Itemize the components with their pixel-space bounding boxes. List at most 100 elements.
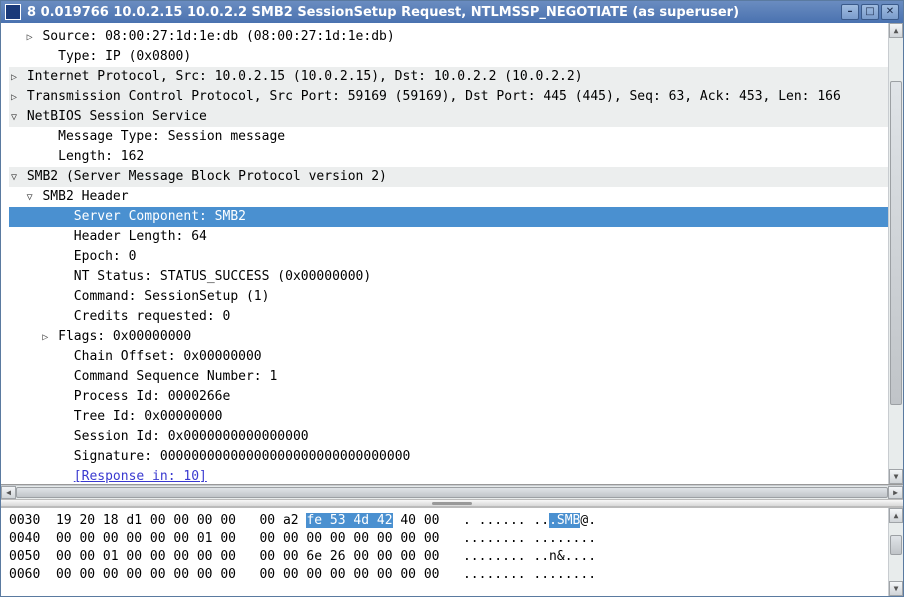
app-icon [5,4,21,20]
tree-row-label: Command: SessionSetup (1) [74,289,270,304]
hscroll-thumb[interactable] [16,487,888,498]
no-expander-icon [56,348,66,367]
tree-row[interactable]: Signature: 00000000000000000000000000000… [9,447,888,467]
tree-row[interactable]: Epoch: 0 [9,247,888,267]
expand-icon[interactable]: ▷ [9,88,19,107]
hex-scroll-track[interactable] [889,523,903,581]
hex-vertical-scrollbar[interactable]: ▲ ▼ [888,508,903,596]
tree-row[interactable]: Command: SessionSetup (1) [9,287,888,307]
hex-scroll-down-button[interactable]: ▼ [889,581,903,596]
tree-row[interactable]: Process Id: 0000266e [9,387,888,407]
maximize-button[interactable]: □ [861,4,879,20]
packet-detail-window: 8 0.019766 10.0.2.15 10.0.2.2 SMB2 Sessi… [0,0,904,597]
scroll-down-button[interactable]: ▼ [889,469,903,484]
pane-splitter[interactable] [1,499,903,507]
hex-bytes-col2-pre: 00 00 6e 26 00 00 00 00 [259,549,439,564]
hex-ascii-pre: ........ ..n&.... [463,549,596,564]
tree-row-label: Flags: 0x00000000 [58,329,191,344]
tree-row[interactable]: Header Length: 64 [9,227,888,247]
hex-line[interactable]: 0030 19 20 18 d1 00 00 00 00 00 a2 fe 53… [9,512,888,530]
minimize-button[interactable]: – [841,4,859,20]
hex-bytes-col2-pre: 00 00 00 00 00 00 00 00 [259,567,439,582]
tree-row[interactable]: Credits requested: 0 [9,307,888,327]
hex-offset: 0040 [9,531,40,546]
no-expander-icon [56,368,66,387]
tree-row-label: NT Status: STATUS_SUCCESS (0x00000000) [74,269,371,284]
no-expander-icon [56,388,66,407]
no-expander-icon [40,48,50,67]
hex-bytes-col2-pre: 00 00 00 00 00 00 00 00 [259,531,439,546]
expand-icon[interactable]: ▷ [9,68,19,87]
no-expander-icon [56,408,66,427]
tree-row-label: Epoch: 0 [74,249,137,264]
tree-row-label: Message Type: Session message [58,129,285,144]
tree-row[interactable]: ▷ Source: 08:00:27:1d:1e:db (08:00:27:1d… [9,27,888,47]
tree-row[interactable]: Type: IP (0x0800) [9,47,888,67]
hex-scroll-thumb[interactable] [890,535,902,555]
tree-row-label: Credits requested: 0 [74,309,231,324]
tree-row[interactable]: ▽ SMB2 (Server Message Block Protocol ve… [9,167,888,187]
hex-offset: 0050 [9,549,40,564]
tree-horizontal-scrollbar[interactable]: ◀ ▶ [1,485,903,499]
tree-row[interactable]: ▽ NetBIOS Session Service [9,107,888,127]
tree-row[interactable]: Session Id: 0x0000000000000000 [9,427,888,447]
tree-row-label: SMB2 (Server Message Block Protocol vers… [27,169,387,184]
tree-row[interactable]: ▷ Flags: 0x00000000 [9,327,888,347]
collapse-icon[interactable]: ▽ [25,188,35,207]
hex-bytes-col2-post: 40 00 [393,513,440,528]
hex-dump[interactable]: 0030 19 20 18 d1 00 00 00 00 00 a2 fe 53… [1,508,888,596]
splitter-grip-icon [432,502,472,505]
close-button[interactable]: ✕ [881,4,899,20]
tree-row[interactable]: NT Status: STATUS_SUCCESS (0x00000000) [9,267,888,287]
packet-tree[interactable]: ▷ Source: 08:00:27:1d:1e:db (08:00:27:1d… [1,23,888,484]
no-expander-icon [56,468,66,484]
vertical-scrollbar[interactable]: ▲ ▼ [888,23,903,484]
hex-bytes-col1: 00 00 00 00 00 00 00 00 [56,567,236,582]
tree-row-label: Process Id: 0000266e [74,389,231,404]
tree-row[interactable]: Command Sequence Number: 1 [9,367,888,387]
tree-row[interactable]: Chain Offset: 0x00000000 [9,347,888,367]
tree-row[interactable]: Length: 162 [9,147,888,167]
tree-row[interactable]: Server Component: SMB2 [9,207,888,227]
scroll-thumb[interactable] [890,81,902,404]
no-expander-icon [56,448,66,467]
tree-row-label: Tree Id: 0x00000000 [74,409,223,424]
tree-row[interactable]: Tree Id: 0x00000000 [9,407,888,427]
expand-icon[interactable]: ▷ [25,28,35,47]
hex-bytes-col1: 00 00 01 00 00 00 00 00 [56,549,236,564]
no-expander-icon [56,268,66,287]
tree-row[interactable]: ▷ Internet Protocol, Src: 10.0.2.15 (10.… [9,67,888,87]
packet-tree-pane: ▷ Source: 08:00:27:1d:1e:db (08:00:27:1d… [1,23,903,485]
tree-row[interactable]: [Response in: 10] [9,467,888,484]
tree-row[interactable]: Message Type: Session message [9,127,888,147]
hex-ascii-pre: ........ ........ [463,567,596,582]
collapse-icon[interactable]: ▽ [9,168,19,187]
hex-bytes-col2-pre: 00 a2 [259,513,306,528]
hex-line[interactable]: 0040 00 00 00 00 00 00 01 00 00 00 00 00… [9,530,888,548]
no-expander-icon [56,308,66,327]
hex-line[interactable]: 0060 00 00 00 00 00 00 00 00 00 00 00 00… [9,566,888,584]
tree-row-label: Type: IP (0x0800) [58,49,191,64]
collapse-icon[interactable]: ▽ [9,108,19,127]
tree-row-label: Signature: 00000000000000000000000000000… [74,449,411,464]
scroll-right-button[interactable]: ▶ [888,486,903,499]
content-area: ▷ Source: 08:00:27:1d:1e:db (08:00:27:1d… [1,23,903,596]
scroll-up-button[interactable]: ▲ [889,23,903,38]
no-expander-icon [56,208,66,227]
tree-row-label: Session Id: 0x0000000000000000 [74,429,309,444]
tree-row[interactable]: ▽ SMB2 Header [9,187,888,207]
scroll-left-button[interactable]: ◀ [1,486,16,499]
tree-row-label: NetBIOS Session Service [27,109,207,124]
tree-row-label: SMB2 Header [42,189,128,204]
hex-ascii-highlight: .SMB [549,513,580,528]
no-expander-icon [40,148,50,167]
hex-pane: 0030 19 20 18 d1 00 00 00 00 00 a2 fe 53… [1,507,903,596]
scroll-track[interactable] [889,38,903,469]
expand-icon[interactable]: ▷ [40,328,50,347]
titlebar[interactable]: 8 0.019766 10.0.2.15 10.0.2.2 SMB2 Sessi… [1,1,903,23]
tree-row[interactable]: ▷ Transmission Control Protocol, Src Por… [9,87,888,107]
hex-line[interactable]: 0050 00 00 01 00 00 00 00 00 00 00 6e 26… [9,548,888,566]
hex-scroll-up-button[interactable]: ▲ [889,508,903,523]
hex-ascii-pre: ........ ........ [463,531,596,546]
hscroll-track[interactable] [16,486,888,499]
